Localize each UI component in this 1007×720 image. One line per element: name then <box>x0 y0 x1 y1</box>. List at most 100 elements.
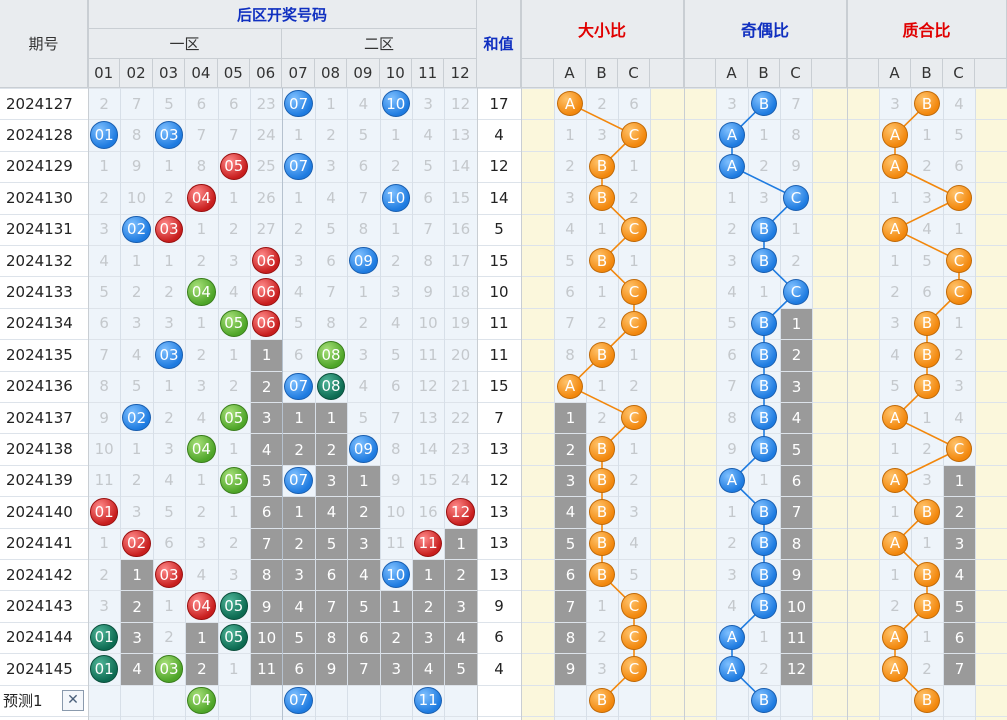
ratio-omission-cell: 6 <box>629 94 639 113</box>
omission-cell: 7 <box>423 220 433 239</box>
ratio-omission-cell: 1 <box>629 440 639 459</box>
omission-cell: 2 <box>380 622 412 654</box>
omission-cell: 2 <box>229 220 239 239</box>
ratio-omission-cell: 4 <box>555 497 586 528</box>
ratio-omission-cell: 5 <box>944 591 975 622</box>
ratio-omission-cell: 8 <box>727 408 737 427</box>
omission-cell: 6 <box>164 534 174 553</box>
omission-cell: 1 <box>283 403 315 434</box>
ratio-omission-cell: 1 <box>759 126 769 145</box>
drawn-number-ball: 05 <box>219 152 248 181</box>
ratio-omission-cell: 1 <box>922 408 932 427</box>
close-icon[interactable]: ✕ <box>62 689 84 711</box>
omission-cell: 4 <box>391 314 401 333</box>
ratio-omission-cell: 3 <box>597 659 607 678</box>
period-cell: 2024144 <box>6 628 73 647</box>
predicted-ratio-ball[interactable]: B <box>751 687 777 713</box>
ratio-omission-cell: 3 <box>727 94 737 113</box>
omission-cell: 3 <box>164 440 174 459</box>
omission-cell: 24 <box>256 126 276 145</box>
omission-cell: 2 <box>315 434 348 465</box>
omission-cell: 5 <box>358 126 369 145</box>
omission-cell: 5 <box>283 622 315 654</box>
omission-cell: 4 <box>283 591 315 622</box>
ratio-subheader: B <box>748 59 780 88</box>
omission-cell: 2 <box>196 251 207 270</box>
ratio-omission-cell: 1 <box>781 308 812 340</box>
predicted-ratio-ball[interactable]: B <box>589 687 615 713</box>
ratio-ball: C <box>621 656 647 682</box>
ratio-ball: B <box>914 499 940 525</box>
omission-cell: 25 <box>256 157 276 176</box>
ratio-omission-cell: 1 <box>922 534 932 553</box>
period-header: 期号 <box>0 0 88 88</box>
ratio-omission-cell: 1 <box>944 465 975 497</box>
ratio-omission-cell: 1 <box>565 126 575 145</box>
ratio-omission-cell: 5 <box>555 528 586 559</box>
period-cell: 2024131 <box>6 220 73 239</box>
omission-cell: 4 <box>423 126 433 145</box>
omission-cell: 2 <box>391 157 401 176</box>
ratio-omission-cell: 2 <box>565 157 575 176</box>
drawn-number-ball: 04 <box>187 278 216 306</box>
omission-cell: 10 <box>386 502 406 521</box>
predicted-number-ball[interactable]: 04 <box>187 686 216 714</box>
omission-cell: 6 <box>251 497 283 528</box>
omission-cell: 2 <box>121 591 153 622</box>
ratio-subheader: C <box>780 59 812 88</box>
predicted-ratio-ball[interactable]: B <box>914 687 940 713</box>
ratio-ball: B <box>751 593 777 619</box>
omission-cell: 2 <box>283 434 315 465</box>
omission-cell: 2 <box>186 654 218 685</box>
omission-cell: 3 <box>358 345 369 364</box>
omission-cell: 3 <box>391 283 401 302</box>
grid-col-line <box>975 88 976 720</box>
drawn-number-ball: 07 <box>284 466 313 495</box>
ratio-ball: B <box>751 436 777 462</box>
ratio-ball: A <box>882 656 908 682</box>
ratio-omission-cell: 7 <box>555 591 586 622</box>
omission-cell: 12 <box>451 94 471 113</box>
ratio-omission-cell: 2 <box>922 659 932 678</box>
omission-cell: 3 <box>251 403 283 434</box>
drawn-number-ball: 02 <box>122 404 151 432</box>
ratio-omission-cell: 1 <box>597 283 607 302</box>
ratio-omission-cell: 1 <box>629 157 639 176</box>
ratio-omission-cell: 2 <box>944 497 975 528</box>
ratio-omission-cell: 1 <box>727 502 737 521</box>
omission-cell: 3 <box>121 622 153 654</box>
ratio-omission-cell: 9 <box>781 560 812 591</box>
sum-value: 14 <box>489 188 509 207</box>
predicted-number-ball[interactable]: 07 <box>284 686 313 714</box>
period-cell: 2024140 <box>6 502 73 521</box>
omission-cell: 5 <box>423 157 433 176</box>
omission-cell: 13 <box>418 408 438 427</box>
omission-cell: 1 <box>315 403 348 434</box>
odd-even-ratio-header: 奇偶比 <box>684 0 847 59</box>
drawn-number-ball: 06 <box>252 278 281 306</box>
omission-cell: 2 <box>164 628 174 647</box>
ratio-ball: B <box>751 310 777 337</box>
omission-cell: 6 <box>326 251 336 270</box>
omission-cell: 4 <box>99 251 109 270</box>
omission-cell: 9 <box>99 408 109 427</box>
ratio-omission-cell: 2 <box>727 220 737 239</box>
ratio-ball: C <box>946 436 972 462</box>
prediction-label: 预测1 <box>3 691 43 710</box>
ratio-ball: A <box>719 624 745 651</box>
omission-cell: 1 <box>293 188 304 207</box>
omission-cell: 6 <box>229 94 239 113</box>
ratio-ball: B <box>751 530 777 556</box>
ratio-ball: B <box>589 342 615 368</box>
ratio-ball: B <box>589 436 615 462</box>
ratio-subheader: A <box>554 59 586 88</box>
omission-cell: 10 <box>251 622 283 654</box>
ratio-omission-cell: 3 <box>565 188 575 207</box>
prime-composite-ratio-header: 质合比 <box>847 0 1007 59</box>
group-separator <box>684 0 685 720</box>
omission-cell: 4 <box>121 654 153 685</box>
sum-value: 11 <box>489 314 509 333</box>
omission-cell: 1 <box>196 314 207 333</box>
omission-cell: 4 <box>131 345 142 364</box>
number-column-header: 02 <box>120 59 153 88</box>
